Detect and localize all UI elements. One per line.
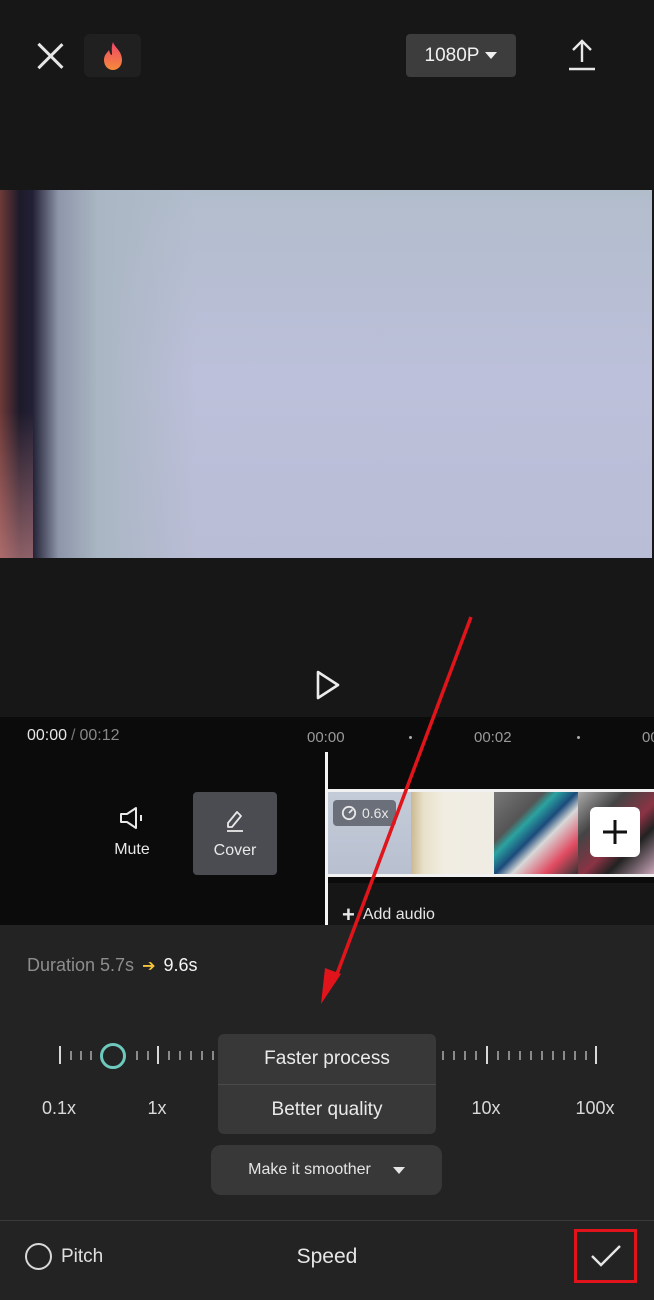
top-bar: 1080P — [0, 0, 654, 110]
clip-speed-badge: 0.6x — [333, 800, 397, 826]
close-icon[interactable] — [30, 36, 70, 76]
pencil-icon — [227, 810, 243, 832]
add-audio-button[interactable]: + Add audio — [342, 904, 435, 926]
preview-frame — [0, 190, 652, 558]
clip-thumbnail — [494, 792, 578, 874]
slider-tick-major — [595, 1046, 597, 1064]
duration-info: Duration 5.7s ➔ 9.6s — [27, 955, 198, 976]
smooth-option-label: Make it smoother — [248, 1161, 371, 1178]
ruler-label: 00:00 — [307, 729, 345, 746]
slider-tick — [541, 1051, 543, 1060]
scale-label: 0.1x — [41, 1098, 77, 1118]
duration-new: 9.6s — [163, 955, 198, 975]
plus-icon — [603, 820, 627, 844]
slider-tick-major — [486, 1046, 488, 1064]
slider-tick — [508, 1051, 510, 1060]
duration-original: Duration 5.7s — [27, 955, 135, 975]
ruler-label: 00:02 — [474, 729, 512, 746]
divider — [0, 1220, 654, 1221]
resolution-dropdown[interactable]: 1080P — [406, 34, 516, 77]
clip-speed-value: 0.6x — [362, 805, 389, 821]
mute-label: Mute — [114, 841, 150, 858]
slider-tick — [136, 1051, 138, 1060]
add-audio-label: Add audio — [362, 906, 435, 923]
slider-tick — [442, 1051, 444, 1060]
add-clip-button[interactable] — [590, 807, 640, 857]
speaker-icon — [120, 807, 142, 829]
plus-icon: + — [342, 902, 355, 927]
scale-label: 1x — [147, 1098, 167, 1118]
slider-tick — [90, 1051, 92, 1060]
speedometer-icon — [341, 805, 357, 821]
checkmark-icon — [590, 1245, 621, 1267]
time-readout: 00:00/00:12 — [27, 727, 120, 745]
clip-thumbnail — [411, 792, 494, 874]
slider-knob[interactable] — [100, 1043, 126, 1069]
slider-tick-major — [59, 1046, 61, 1064]
menu-item-faster-process[interactable]: Faster process — [218, 1034, 436, 1084]
cover-label: Cover — [213, 841, 257, 859]
slider-tick-major — [157, 1046, 159, 1064]
smooth-mode-menu: Faster process Better quality — [218, 1034, 436, 1134]
arrow-right-icon: ➔ — [142, 957, 156, 975]
play-icon[interactable] — [312, 668, 342, 702]
slider-tick — [201, 1051, 203, 1060]
slider-tick — [70, 1051, 72, 1060]
ruler-label: 00 — [642, 729, 654, 746]
slider-tick — [585, 1051, 587, 1060]
mute-button[interactable]: Mute — [102, 805, 162, 859]
chevron-down-icon — [485, 52, 498, 59]
confirm-button[interactable] — [574, 1229, 637, 1283]
timeline[interactable]: 00:00/00:12 00:00 00:02 00 Mute Cover 0.… — [0, 717, 654, 926]
slider-tick — [497, 1051, 499, 1060]
video-preview[interactable] — [0, 188, 654, 560]
menu-item-better-quality[interactable]: Better quality — [218, 1084, 436, 1134]
flame-button[interactable] — [84, 34, 141, 77]
slider-tick — [519, 1051, 521, 1060]
ruler-dot — [409, 736, 412, 739]
export-upload-icon[interactable] — [566, 38, 598, 72]
make-smoother-dropdown[interactable]: Make it smoother — [211, 1145, 442, 1195]
slider-tick — [168, 1051, 170, 1060]
total-time: 00:12 — [79, 727, 120, 744]
panel-title: Speed — [296, 1245, 358, 1268]
ruler-dot — [577, 736, 580, 739]
cover-button[interactable]: Cover — [193, 792, 277, 875]
slider-tick — [147, 1051, 149, 1060]
slider-tick — [212, 1051, 214, 1060]
slider-tick — [475, 1051, 477, 1060]
slider-tick — [179, 1051, 181, 1060]
slider-tick — [453, 1051, 455, 1060]
resolution-label: 1080P — [424, 44, 480, 66]
slider-tick — [552, 1051, 554, 1060]
flame-icon — [103, 41, 122, 70]
scale-label: 10x — [471, 1098, 501, 1118]
chevron-down-icon — [392, 1166, 405, 1174]
slider-tick — [574, 1051, 576, 1060]
current-time: 00:00 — [27, 727, 68, 744]
slider-tick — [80, 1051, 82, 1060]
slider-tick — [530, 1051, 532, 1060]
scale-label: 100x — [575, 1098, 615, 1118]
slider-tick — [190, 1051, 192, 1060]
slider-tick — [563, 1051, 565, 1060]
slider-tick — [464, 1051, 466, 1060]
audio-lane[interactable]: + Add audio — [328, 883, 654, 926]
time-separator: / — [71, 727, 76, 744]
